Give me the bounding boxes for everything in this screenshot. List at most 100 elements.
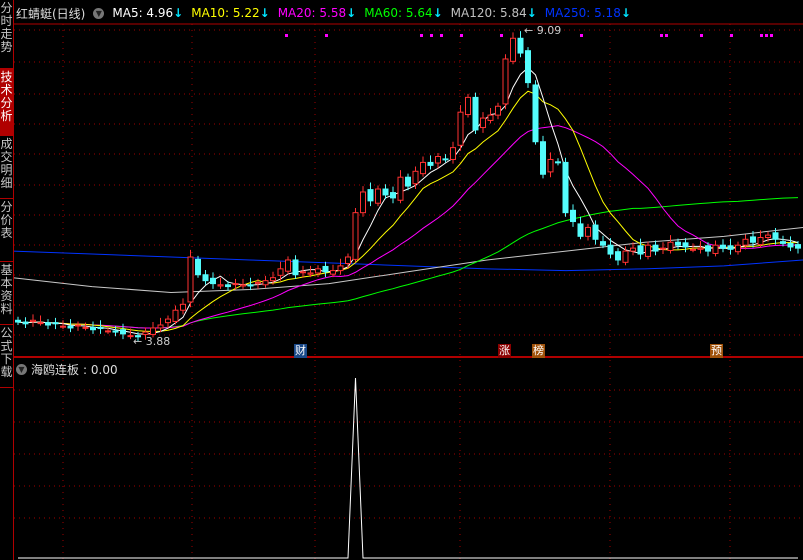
candle-body: [405, 176, 411, 187]
candle-body: [382, 188, 389, 196]
candle-body: [270, 277, 276, 282]
candle-body: [750, 236, 756, 243]
signal-dot: [580, 34, 583, 37]
ma60-line: [17, 197, 799, 329]
low-label: ← 3.88: [133, 335, 170, 348]
ma-value: MA120: 5.84: [450, 6, 527, 20]
dropdown-icon[interactable]: ▼: [16, 364, 27, 375]
down-arrow-icon: ↓: [346, 6, 357, 20]
down-arrow-icon: ↓: [259, 6, 270, 20]
tab-2[interactable]: 成交明细: [0, 136, 13, 199]
candle-body: [690, 248, 696, 251]
candle-body: [660, 247, 666, 250]
indicator-title: ▼ 海鸥连板 : 0.00: [16, 361, 118, 378]
sidebar: 分时走势 技术分析 成交明细 分价表 基本资料 公式下载: [0, 0, 14, 560]
down-arrow-icon: ↓: [526, 6, 537, 20]
ma-legend-item: MA10: 5.22↓: [191, 6, 269, 20]
candle-body: [637, 245, 644, 255]
candle-body: [322, 265, 329, 273]
candle-body: [375, 188, 381, 204]
dropdown-icon[interactable]: ▼: [93, 7, 105, 19]
candle-body: [97, 326, 104, 330]
down-arrow-icon: ↓: [432, 6, 443, 20]
candle-body: [645, 244, 651, 257]
candle-body: [705, 245, 711, 252]
candle-body: [240, 284, 246, 287]
candle-body: [555, 161, 561, 164]
candle-body: [502, 58, 509, 105]
candle-body: [532, 84, 539, 143]
candle-body: [217, 284, 224, 287]
ma250-line: [12, 250, 803, 272]
ma-legend-item: MA5: 4.96↓: [112, 6, 183, 20]
signal-dot: [460, 34, 463, 37]
candle-body: [600, 241, 606, 246]
ma-value: MA250: 5.18: [544, 6, 621, 20]
candle-body: [435, 156, 441, 164]
candle-body: [772, 232, 779, 240]
candle-body: [510, 37, 516, 62]
signal-dot: [660, 34, 663, 37]
candle-body: [592, 224, 599, 240]
candle-body: [615, 251, 621, 261]
ma20-line: [17, 125, 799, 329]
candle-body: [735, 244, 741, 253]
event-marker[interactable]: 财: [294, 344, 307, 358]
candle-body: [682, 242, 689, 248]
candle-body: [780, 241, 786, 244]
event-marker[interactable]: 榜: [532, 344, 545, 358]
candle-body: [82, 326, 89, 329]
candle-body: [397, 176, 404, 201]
tab-1[interactable]: 技术分析: [0, 69, 13, 136]
signal-dot: [285, 34, 288, 37]
signal-dot: [700, 34, 703, 37]
down-arrow-icon: ↓: [173, 6, 184, 20]
candle-body: [22, 321, 29, 325]
candle-body: [180, 303, 186, 311]
candle-body: [787, 242, 794, 248]
tab-5[interactable]: 公式下载: [0, 325, 13, 388]
candle-body: [60, 325, 66, 328]
candle-body: [105, 330, 111, 333]
ma-legend-item: MA120: 5.84↓: [451, 6, 537, 20]
candle-body: [255, 281, 261, 285]
candle-body: [187, 256, 194, 303]
candle-body: [210, 277, 216, 285]
tab-4[interactable]: 基本资料: [0, 262, 13, 325]
candle-body: [285, 259, 291, 272]
candle-body: [52, 322, 59, 325]
candle-body: [225, 284, 231, 288]
candle-body: [352, 212, 359, 260]
candle-body: [30, 319, 36, 322]
down-arrow-icon: ↓: [620, 6, 631, 20]
candle-body: [630, 247, 636, 252]
candle-body: [525, 50, 531, 84]
candle-body: [487, 114, 494, 121]
candle-body: [277, 268, 284, 276]
event-marker[interactable]: 预: [710, 344, 723, 358]
candle-body: [292, 259, 299, 276]
event-marker[interactable]: 涨: [498, 344, 511, 358]
ma-value: MA20: 5.58: [277, 6, 347, 20]
candle-body: [495, 105, 501, 116]
candle-body: [112, 330, 119, 333]
indicator-value: : 0.00: [83, 362, 118, 377]
ma-legend-item: MA250: 5.18↓: [545, 6, 631, 20]
candle-body: [697, 247, 704, 250]
candle-body: [427, 161, 434, 166]
ma-value: MA10: 5.22: [191, 6, 260, 20]
tab-0[interactable]: 分时走势: [0, 0, 13, 69]
candle-body: [667, 241, 674, 252]
candle-body: [337, 265, 344, 272]
candle-body: [15, 319, 21, 323]
candle-body: [420, 161, 426, 175]
ma-legend-item: MA60: 5.64↓: [364, 6, 442, 20]
candle-body: [442, 158, 449, 161]
candle-body: [195, 258, 201, 276]
candle-body: [757, 237, 764, 246]
indicator-line: [18, 377, 798, 559]
tab-3[interactable]: 分价表: [0, 199, 13, 262]
ma10-line: [17, 90, 798, 332]
candle-body: [547, 158, 554, 173]
candle-body: [232, 283, 239, 286]
